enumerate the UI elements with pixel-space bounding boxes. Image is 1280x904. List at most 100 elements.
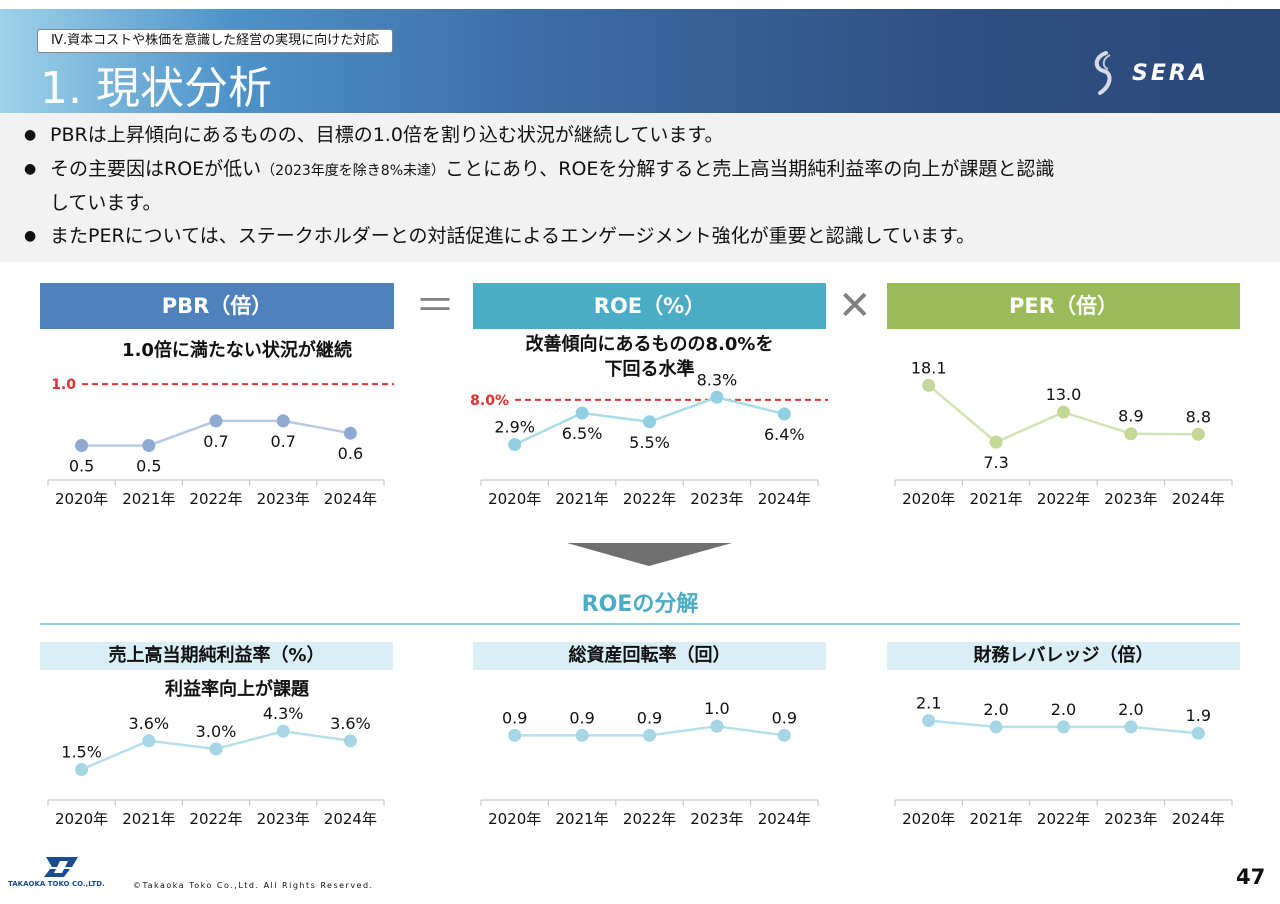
x-tick-label: 2022年: [189, 490, 242, 508]
x-tick-label: 2023年: [690, 810, 743, 828]
data-point: [1191, 427, 1205, 441]
x-tick-label: 2020年: [55, 810, 108, 828]
data-label: 2.1: [916, 694, 941, 713]
data-label: 3.6%: [330, 714, 371, 733]
company-logo-icon: [44, 857, 78, 877]
data-label: 2.9%: [494, 418, 535, 437]
x-tick-label: 2023年: [257, 810, 310, 828]
data-point: [989, 435, 1003, 449]
x-tick-label: 2020年: [488, 810, 541, 828]
x-tick-label: 2021年: [122, 490, 175, 508]
title-banner: Ⅳ.資本コストや株価を意識した経営の実現に向けた対応 1. 現状分析 SERA: [0, 9, 1280, 114]
data-label: 2.0: [1118, 700, 1143, 719]
x-tick-label: 2023年: [1104, 490, 1157, 508]
equals-sign: ＝: [415, 283, 455, 329]
data-point: [1057, 405, 1070, 419]
bullet-3: またPERについては、ステークホルダーとの対話促進によるエンゲージメント強化が重…: [24, 220, 975, 252]
x-tick-label: 2020年: [55, 490, 108, 508]
data-point: [989, 720, 1003, 734]
data-label: 6.5%: [562, 424, 603, 443]
data-point: [209, 742, 223, 756]
turnover-header: 総資産回転率（回）: [473, 642, 826, 670]
data-label: 6.4%: [764, 425, 805, 444]
brand-name: SERA: [1132, 61, 1209, 86]
data-label: 5.5%: [629, 433, 670, 452]
data-point: [710, 719, 724, 733]
data-point: [643, 728, 656, 742]
x-tick-label: 2022年: [189, 810, 242, 828]
data-point: [276, 414, 290, 428]
data-point: [1057, 720, 1070, 734]
section-tag: Ⅳ.資本コストや株価を意識した経営の実現に向けた対応: [37, 29, 394, 53]
per-header: PER（倍）: [887, 283, 1240, 329]
data-point: [75, 763, 89, 776]
x-tick-label: 2023年: [690, 490, 743, 508]
per-chart: 2020年 2021年 2022年 2023年 2024年 18.1 7.3 13.0 8.9 8…: [894, 358, 1233, 508]
x-tick-label: 2022年: [1037, 810, 1090, 828]
turnover-chart: 2020年 2021年 2022年 2023年 2024年 0.9 0.9 0.9 1.0 0.9: [480, 699, 819, 828]
x-tick-label: 2023年: [1104, 810, 1157, 828]
data-point: [575, 406, 589, 420]
x-tick-label: 2020年: [488, 490, 541, 508]
data-label: 1.0: [704, 699, 729, 718]
data-label: 8.9: [1118, 407, 1143, 426]
data-point: [508, 728, 522, 742]
data-label: 18.1: [911, 358, 947, 377]
bullet-2: その主要因はROEが低い（2023年度を除き8%未達）ことにあり、ROEを分解す…: [24, 153, 1260, 219]
pbr-caption: 1.0倍に満たない状況が継続: [122, 340, 352, 361]
x-tick-label: 2021年: [970, 490, 1023, 508]
roe-decomposition-title: ROEの分解: [581, 592, 699, 617]
data-label: 1.9: [1186, 706, 1211, 725]
sera-logo-icon: SERA: [1094, 51, 1209, 95]
pbr-chart: 2020年 2021年 2022年 2023年 2024年 1.0 0.5 0.5 0.7 0.7…: [47, 377, 394, 508]
data-point: [922, 714, 936, 728]
leverage-header: 財務レバレッジ（倍）: [887, 642, 1240, 670]
page-number: 47: [1236, 865, 1266, 889]
data-label: 0.9: [637, 708, 662, 727]
bullet-2-pre: その主要因はROEが低い: [50, 158, 262, 180]
x-tick-label: 2024年: [1172, 490, 1225, 508]
data-label: 0.6: [338, 444, 363, 463]
data-point: [643, 415, 656, 429]
x-tick-label: 2024年: [324, 490, 377, 508]
data-label: 0.9: [502, 708, 527, 727]
data-label: 1.5%: [61, 743, 102, 762]
data-label: 0.5: [69, 456, 94, 475]
data-point: [343, 426, 357, 440]
margin-header: 売上高当期純利益率（%）: [40, 642, 393, 670]
data-label: 0.9: [772, 708, 797, 727]
company-logo: TAKAOKA TOKO CO.,LTD.: [8, 853, 118, 893]
x-tick-label: 2022年: [1037, 490, 1090, 508]
page-title: 1. 現状分析: [40, 63, 272, 114]
x-tick-label: 2024年: [324, 810, 377, 828]
data-label: 8.3%: [697, 370, 738, 389]
x-tick-label: 2020年: [902, 810, 955, 828]
data-label: 13.0: [1046, 385, 1082, 404]
data-label: 3.0%: [196, 722, 237, 741]
data-point: [209, 414, 223, 428]
company-name: TAKAOKA TOKO CO.,LTD.: [8, 880, 105, 888]
margin-caption: 利益率向上が課題: [165, 679, 309, 700]
roe-chart: 2020年 2021年 2022年 2023年 2024年 8.0% 2.9% 6.5% 5.5…: [470, 370, 828, 508]
data-point: [777, 728, 791, 742]
divider: [40, 623, 1240, 625]
x-tick-label: 2021年: [970, 810, 1023, 828]
data-label: 8.8: [1186, 407, 1211, 426]
x-tick-label: 2020年: [902, 490, 955, 508]
data-point: [508, 438, 522, 452]
x-tick-label: 2024年: [758, 490, 811, 508]
target-label: 8.0%: [470, 393, 509, 409]
margin-chart: 2020年 2021年 2022年 2023年 2024年 1.5% 3.6% 3.0% 4.3…: [47, 704, 385, 828]
roe-caption-line1: 改善傾向にあるものの8.0%を: [525, 334, 774, 355]
target-label: 1.0: [51, 377, 76, 393]
down-arrow-icon: [567, 543, 732, 566]
x-tick-label: 2021年: [122, 810, 175, 828]
data-label: 2.0: [1051, 700, 1076, 719]
data-point: [343, 734, 357, 748]
data-label: 0.5: [136, 456, 161, 475]
data-point: [1124, 427, 1138, 441]
copyright: ©Takaoka Toko Co.,Ltd. All Rights Reserv…: [133, 881, 374, 890]
times-sign: ✕: [838, 283, 872, 329]
x-tick-label: 2021年: [556, 490, 609, 508]
bullet-1: PBRは上昇傾向にあるものの、目標の1.0倍を割り込む状況が継続しています。: [24, 119, 723, 151]
